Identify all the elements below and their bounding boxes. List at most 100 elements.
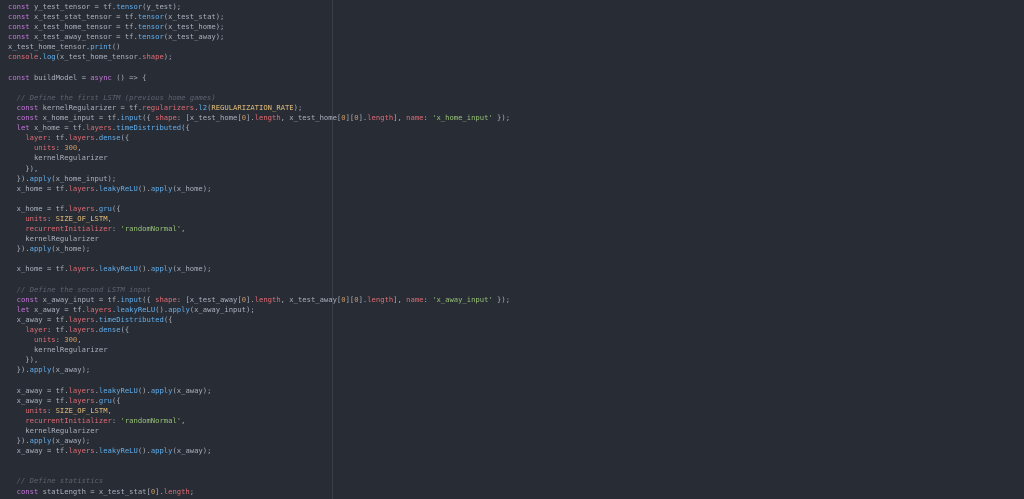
code-line[interactable]: const y_test_tensor = tf.tensor(y_test); (8, 2, 510, 12)
code-line[interactable]: }).apply(x_home_input); (8, 174, 510, 184)
code-line[interactable]: // Define the second LSTM input (8, 285, 510, 295)
code-line[interactable]: x_away = tf.layers.leakyReLU().apply(x_a… (8, 446, 510, 456)
code-line[interactable]: const statLength = x_test_stat[0].length… (8, 487, 510, 497)
code-token: const (8, 22, 30, 32)
code-token: input (120, 113, 143, 123)
code-token: input (120, 294, 143, 304)
code-token: kernelRegularizer = tf. (38, 102, 143, 112)
code-token: let (16, 123, 30, 133)
code-token: const (8, 2, 30, 11)
code-line[interactable]: x_away = tf.layers.timeDistributed({ (8, 315, 510, 325)
code-line[interactable]: kernelRegularizer (8, 234, 510, 244)
code-line[interactable]: x_home = tf.layers.leakyReLU().apply(x_h… (8, 264, 510, 274)
code-token: gru (98, 203, 112, 213)
code-token: 'randomNormal' (120, 224, 182, 234)
code-token: : (111, 415, 121, 425)
code-line[interactable]: recurrentInitializer: 'randomNormal', (8, 224, 510, 234)
code-line[interactable]: }).apply(x_away); (8, 365, 510, 375)
code-token: x_away_input = tf. (38, 294, 121, 304)
code-line[interactable]: }).apply(x_away); (8, 436, 510, 446)
code-area[interactable]: const y_test_tensor = tf.tensor(y_test);… (8, 2, 510, 497)
code-token: (x_away); (172, 446, 212, 456)
code-line[interactable]: }), (8, 355, 510, 365)
code-line[interactable]: kernelRegularizer (8, 153, 510, 163)
code-line[interactable]: const x_away_input = tf.input({ shape: [… (8, 295, 510, 305)
code-token: }); (492, 294, 511, 304)
code-line[interactable]: const x_test_away_tensor = tf.tensor(x_t… (8, 32, 510, 42)
code-token: layers (68, 446, 95, 456)
code-line[interactable]: x_away = tf.layers.gru({ (8, 396, 510, 406)
code-token: kernelRegularizer (8, 234, 99, 244)
code-token: ]. (358, 294, 368, 304)
code-token: ({ (163, 314, 173, 324)
code-line[interactable]: x_away = tf.layers.leakyReLU().apply(x_a… (8, 386, 510, 396)
code-line[interactable]: units: SIZE_OF_LSTM, (8, 406, 510, 416)
code-line[interactable]: units: 300, (8, 335, 510, 345)
code-token: ]. (246, 294, 255, 304)
code-line[interactable]: units: SIZE_OF_LSTM, (8, 214, 510, 224)
code-line[interactable]: const x_test_home_tensor = tf.tensor(x_t… (8, 22, 510, 32)
code-token: shape (155, 294, 177, 304)
code-line[interactable] (8, 83, 510, 93)
code-line[interactable] (8, 63, 510, 73)
code-token: ({ (111, 395, 121, 405)
code-line[interactable]: let x_away = tf.layers.leakyReLU().apply… (8, 305, 510, 315)
code-token: ]. (155, 486, 164, 496)
code-line[interactable]: kernelRegularizer (8, 345, 510, 355)
code-token: , (107, 213, 112, 223)
code-editor[interactable]: const y_test_tensor = tf.tensor(y_test);… (0, 0, 1024, 499)
code-line[interactable]: layer: tf.layers.dense({ (8, 133, 510, 143)
code-token: , x_test_away[ (280, 294, 342, 304)
code-line[interactable]: x_home = tf.layers.leakyReLU().apply(x_h… (8, 184, 510, 194)
code-line[interactable]: }), (8, 164, 510, 174)
code-line[interactable]: const x_test_stat_tensor = tf.tensor(x_t… (8, 12, 510, 22)
code-token: leakyReLU (98, 385, 138, 395)
code-line[interactable] (8, 466, 510, 476)
code-line[interactable]: recurrentInitializer: 'randomNormal', (8, 416, 510, 426)
code-line[interactable]: units: 300, (8, 143, 510, 153)
code-line[interactable] (8, 275, 510, 285)
code-token: units (25, 213, 47, 223)
code-line[interactable]: const buildModel = async () => { (8, 73, 510, 83)
code-token: (). (137, 183, 151, 193)
code-line[interactable]: // Define statistics (8, 476, 510, 486)
code-token: ({ (111, 203, 121, 213)
code-token: name (406, 113, 424, 123)
code-line[interactable]: const kernelRegularizer = tf.regularizer… (8, 103, 510, 113)
code-line[interactable] (8, 254, 510, 264)
code-line[interactable] (8, 375, 510, 385)
code-line[interactable]: // Define the first LSTM (previous home … (8, 93, 510, 103)
code-token: kernelRegularizer (8, 345, 108, 355)
code-line[interactable] (8, 194, 510, 204)
code-token: ({ (120, 133, 130, 143)
code-line[interactable]: x_test_home_tensor.print() (8, 42, 510, 52)
code-token: ); (163, 52, 173, 62)
code-line[interactable]: x_home = tf.layers.gru({ (8, 204, 510, 214)
code-line[interactable]: }).apply(x_home); (8, 244, 510, 254)
code-token: 'x_home_input' (432, 113, 493, 123)
code-line[interactable]: const x_home_input = tf.input({ shape: [… (8, 113, 510, 123)
code-line[interactable]: kernelRegularizer (8, 426, 510, 436)
code-token: (x_test_home); (163, 22, 225, 32)
code-token: // Define the first LSTM (previous home … (16, 92, 216, 102)
code-token: shape (142, 52, 164, 62)
code-token: statLength = x_test_stat[ (38, 486, 151, 496)
code-token: (). (137, 385, 151, 395)
code-line[interactable] (8, 456, 510, 466)
code-token: 'randomNormal' (120, 415, 182, 425)
code-line[interactable]: let x_home = tf.layers.timeDistributed({ (8, 123, 510, 133)
code-token: : (55, 335, 65, 345)
code-line[interactable]: console.log(x_test_home_tensor.shape); (8, 52, 510, 62)
code-token: , x_test_home[ (280, 113, 342, 123)
code-token: apply (29, 244, 52, 254)
code-token: kernelRegularizer (8, 153, 108, 163)
code-token: ], (393, 113, 407, 123)
code-token: : [x_test_away[ (176, 294, 242, 304)
code-line[interactable]: layer: tf.layers.dense({ (8, 325, 510, 335)
